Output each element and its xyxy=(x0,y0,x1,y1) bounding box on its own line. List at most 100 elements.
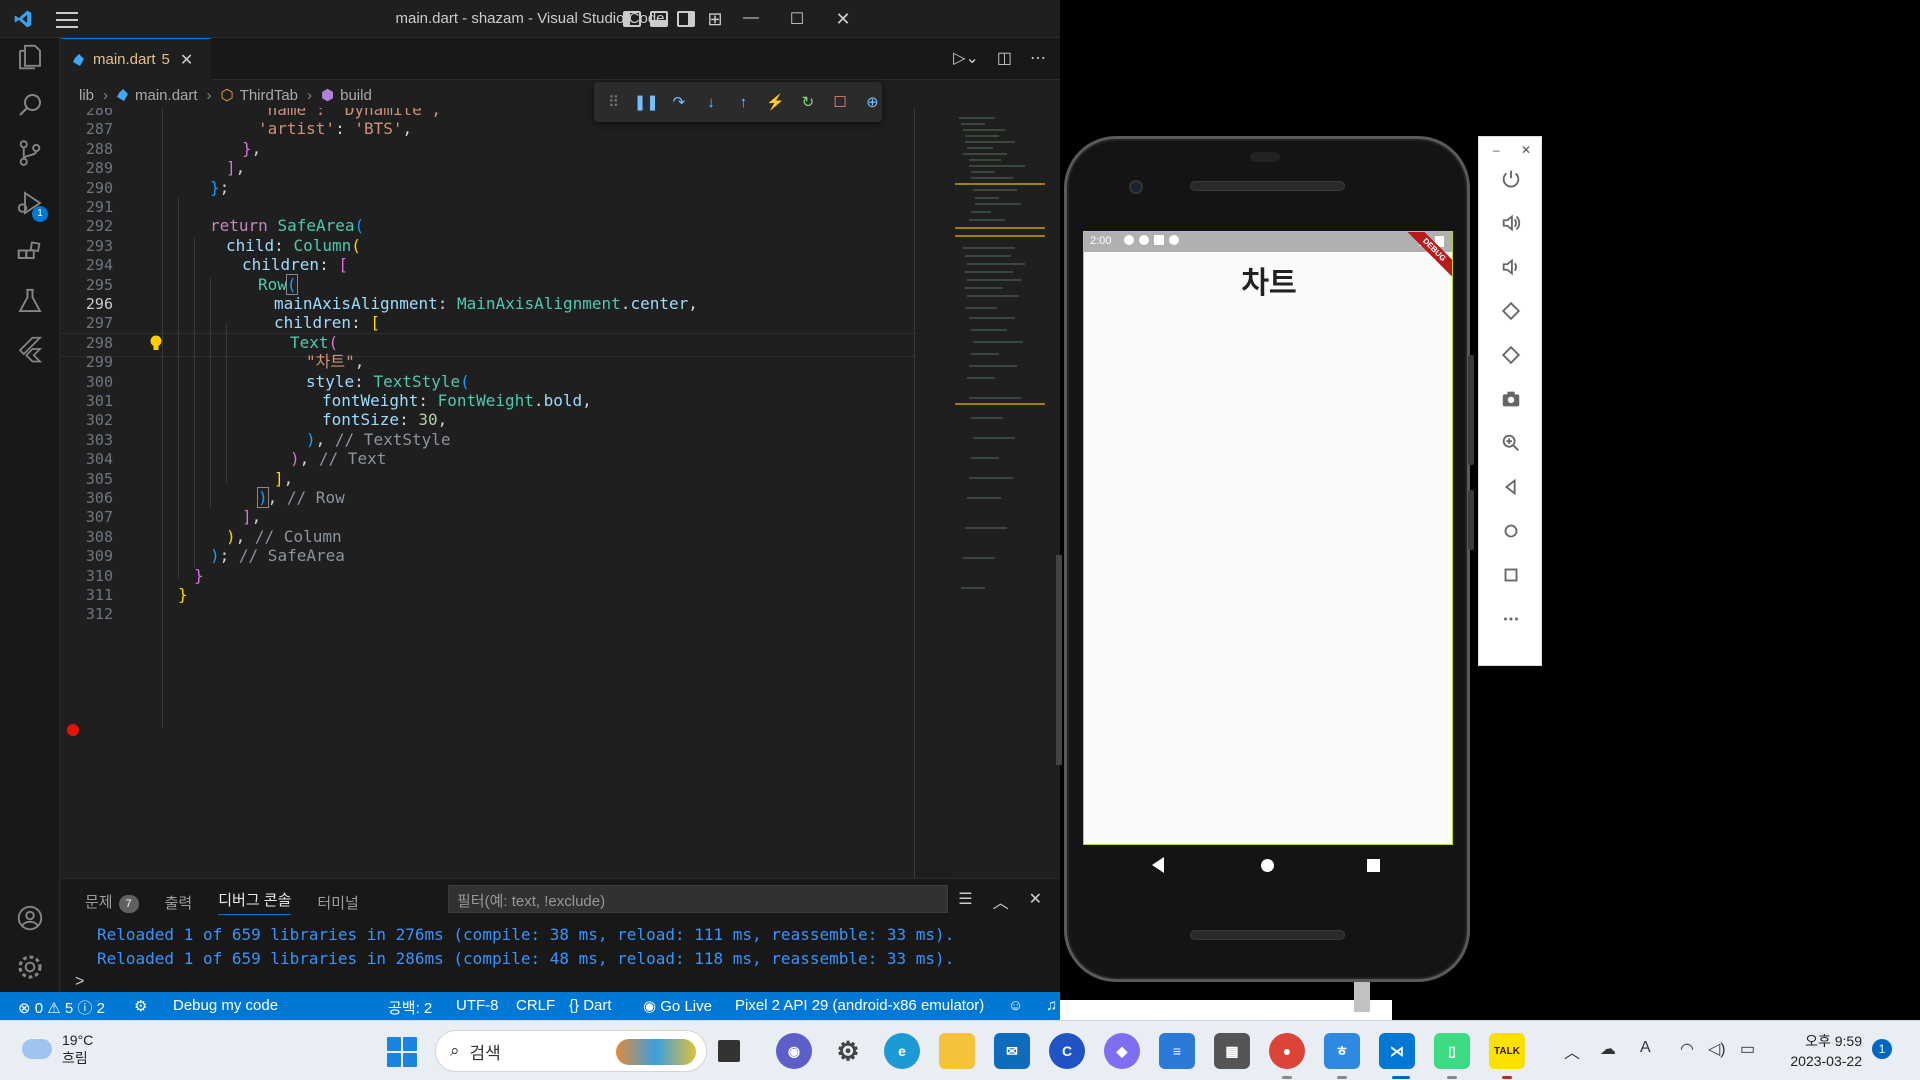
file-explorer-icon[interactable] xyxy=(939,1033,975,1069)
drag-handle-icon[interactable]: ⠿ xyxy=(604,92,623,112)
tab-main-dart[interactable]: main.dart 5 ✕ xyxy=(61,38,211,80)
edge-browser-icon[interactable]: e xyxy=(884,1033,920,1069)
breadcrumb-file[interactable]: main.dart xyxy=(135,87,198,104)
teams-chat-icon[interactable]: ◉ xyxy=(776,1033,812,1069)
minimize-button[interactable]: — xyxy=(740,9,762,29)
debug-status-icon[interactable]: ⚙ xyxy=(134,997,147,1015)
clock[interactable]: 오후 9:59 2023-03-22 xyxy=(1778,1031,1862,1071)
split-editor-icon[interactable]: ◫ xyxy=(997,48,1012,68)
task-view-icon[interactable] xyxy=(718,1040,740,1062)
run-icon[interactable]: ▷⌄ xyxy=(953,48,979,68)
rotate-right-icon[interactable] xyxy=(1479,333,1543,377)
vscode-taskbar-icon[interactable]: ⋊ xyxy=(1379,1033,1415,1069)
breadcrumb-lib[interactable]: lib xyxy=(79,87,94,104)
breadcrumb-class[interactable]: ThirdTab xyxy=(240,87,298,104)
android-home-icon[interactable] xyxy=(1261,859,1274,872)
close-window-button[interactable]: ✕ xyxy=(832,9,854,29)
emulator-minimize-button[interactable]: – xyxy=(1493,143,1500,157)
hot-reload-icon[interactable]: ⚡ xyxy=(766,92,785,112)
android-back-icon[interactable] xyxy=(1152,857,1164,873)
power-icon[interactable] xyxy=(1479,157,1543,201)
start-button[interactable] xyxy=(387,1037,417,1067)
step-over-icon[interactable]: ↷ xyxy=(669,92,688,112)
step-out-icon[interactable]: ↑ xyxy=(734,92,753,112)
weather-widget[interactable]: 19°C 흐림 xyxy=(22,1031,93,1067)
encoding-status[interactable]: UTF-8 xyxy=(456,997,499,1014)
toggle-primary-sidebar-icon[interactable] xyxy=(623,11,641,27)
tab-debug-console[interactable]: 디버그 콘솔 xyxy=(218,889,292,915)
volume-icon[interactable]: ◁) xyxy=(1708,1039,1726,1059)
pause-icon[interactable]: ❚❚ xyxy=(634,92,659,112)
lightbulb-icon[interactable] xyxy=(149,335,163,353)
rotate-left-icon[interactable] xyxy=(1479,289,1543,333)
stop-icon[interactable]: ☐ xyxy=(831,92,850,112)
emulator-taskbar-icon[interactable]: ▯ xyxy=(1434,1033,1470,1069)
overview-icon[interactable] xyxy=(1479,553,1543,597)
tab-terminal[interactable]: 터미널 xyxy=(317,892,358,913)
problems-status[interactable]: ⊗ 0 ⚠ 5 ⓘ 2 xyxy=(18,997,105,1018)
kakaotalk-icon[interactable]: TALK xyxy=(1489,1033,1525,1069)
tab-problems[interactable]: 문제 7 xyxy=(85,891,139,913)
debug-config[interactable]: Debug my code xyxy=(173,997,278,1014)
customize-layout-icon[interactable]: ⊞ xyxy=(704,9,726,29)
calculator-icon[interactable]: ▦ xyxy=(1214,1033,1250,1069)
close-panel-icon[interactable]: ✕ xyxy=(1029,889,1042,913)
run-and-debug-icon[interactable]: 1 xyxy=(0,178,60,228)
search-icon[interactable] xyxy=(0,80,60,130)
clear-console-icon[interactable]: ☰ xyxy=(958,889,972,913)
taskbar-search[interactable]: ⌕ 검색 xyxy=(435,1030,707,1072)
flutter-icon[interactable] xyxy=(0,324,60,374)
minimap[interactable] xyxy=(955,108,1045,878)
notepad-icon[interactable]: ≡ xyxy=(1159,1033,1195,1069)
chevron-up-icon[interactable]: ︿ xyxy=(1564,1039,1580,1063)
manage-gear-icon[interactable] xyxy=(0,942,60,992)
accounts-icon[interactable] xyxy=(0,893,60,943)
emulator-screen[interactable]: 2:00 DEBUG 차트 xyxy=(1083,231,1453,845)
window-scrollbar[interactable] xyxy=(1056,555,1062,765)
onedrive-icon[interactable]: ☁ xyxy=(1600,1039,1616,1059)
maximize-button[interactable]: ☐ xyxy=(786,9,808,29)
maximize-panel-icon[interactable]: ︿ xyxy=(993,889,1009,913)
c-app-icon[interactable]: C xyxy=(1049,1033,1085,1069)
more-actions-icon[interactable]: ⋯ xyxy=(1030,48,1046,68)
notifications-bell-icon[interactable]: ♫ xyxy=(1046,997,1057,1014)
extensions-icon[interactable] xyxy=(0,228,60,278)
toggle-panel-icon[interactable] xyxy=(650,11,668,27)
tab-output[interactable]: 출력 xyxy=(165,892,193,913)
ime-icon[interactable]: A xyxy=(1640,1039,1651,1057)
zoom-icon[interactable] xyxy=(1479,421,1543,465)
go-live-button[interactable]: ◉ Go Live xyxy=(643,997,712,1015)
testing-icon[interactable] xyxy=(0,276,60,326)
mail-icon[interactable]: ✉ xyxy=(994,1033,1030,1069)
camera-icon[interactable] xyxy=(1479,377,1543,421)
indentation-status[interactable]: 공백: 2 xyxy=(388,997,432,1018)
battery-icon[interactable]: ▭ xyxy=(1740,1039,1755,1059)
wifi-icon[interactable]: ◠ xyxy=(1680,1039,1694,1059)
volume-up-icon[interactable] xyxy=(1479,201,1543,245)
home-icon[interactable] xyxy=(1479,509,1543,553)
toggle-secondary-sidebar-icon[interactable] xyxy=(677,11,695,27)
device-status[interactable]: Pixel 2 API 29 (android-x86 emulator) xyxy=(735,997,984,1014)
language-status[interactable]: {} Dart xyxy=(569,997,612,1014)
breakpoint-icon[interactable] xyxy=(67,724,79,736)
volume-down-icon[interactable] xyxy=(1479,245,1543,289)
explorer-icon[interactable] xyxy=(0,32,60,82)
code-editor[interactable]: 286'name': 'Dynamite', 287'artist': 'BTS… xyxy=(61,108,916,878)
feedback-icon[interactable]: ☺ xyxy=(1008,997,1023,1014)
hancom-icon[interactable]: ㅎ xyxy=(1324,1033,1360,1069)
chrome-icon[interactable]: ● xyxy=(1269,1033,1305,1069)
source-control-icon[interactable] xyxy=(0,128,60,178)
eol-status[interactable]: CRLF xyxy=(516,997,555,1014)
settings-gear-icon[interactable]: ⚙ xyxy=(830,1033,866,1069)
android-recents-icon[interactable] xyxy=(1367,859,1380,872)
tab-close-icon[interactable]: ✕ xyxy=(180,50,193,70)
inspect-widget-icon[interactable]: ⊕ xyxy=(863,92,882,112)
background-scrollbar-thumb[interactable] xyxy=(1354,980,1370,1012)
copilot-icon[interactable]: ◆ xyxy=(1104,1033,1140,1069)
notification-badge[interactable]: 1 xyxy=(1872,1039,1892,1059)
back-icon[interactable] xyxy=(1479,465,1543,509)
emulator-close-button[interactable]: ✕ xyxy=(1521,143,1531,157)
more-options-icon[interactable] xyxy=(1479,597,1543,641)
console-prompt[interactable]: > xyxy=(75,973,84,991)
step-into-icon[interactable]: ↓ xyxy=(702,92,721,112)
